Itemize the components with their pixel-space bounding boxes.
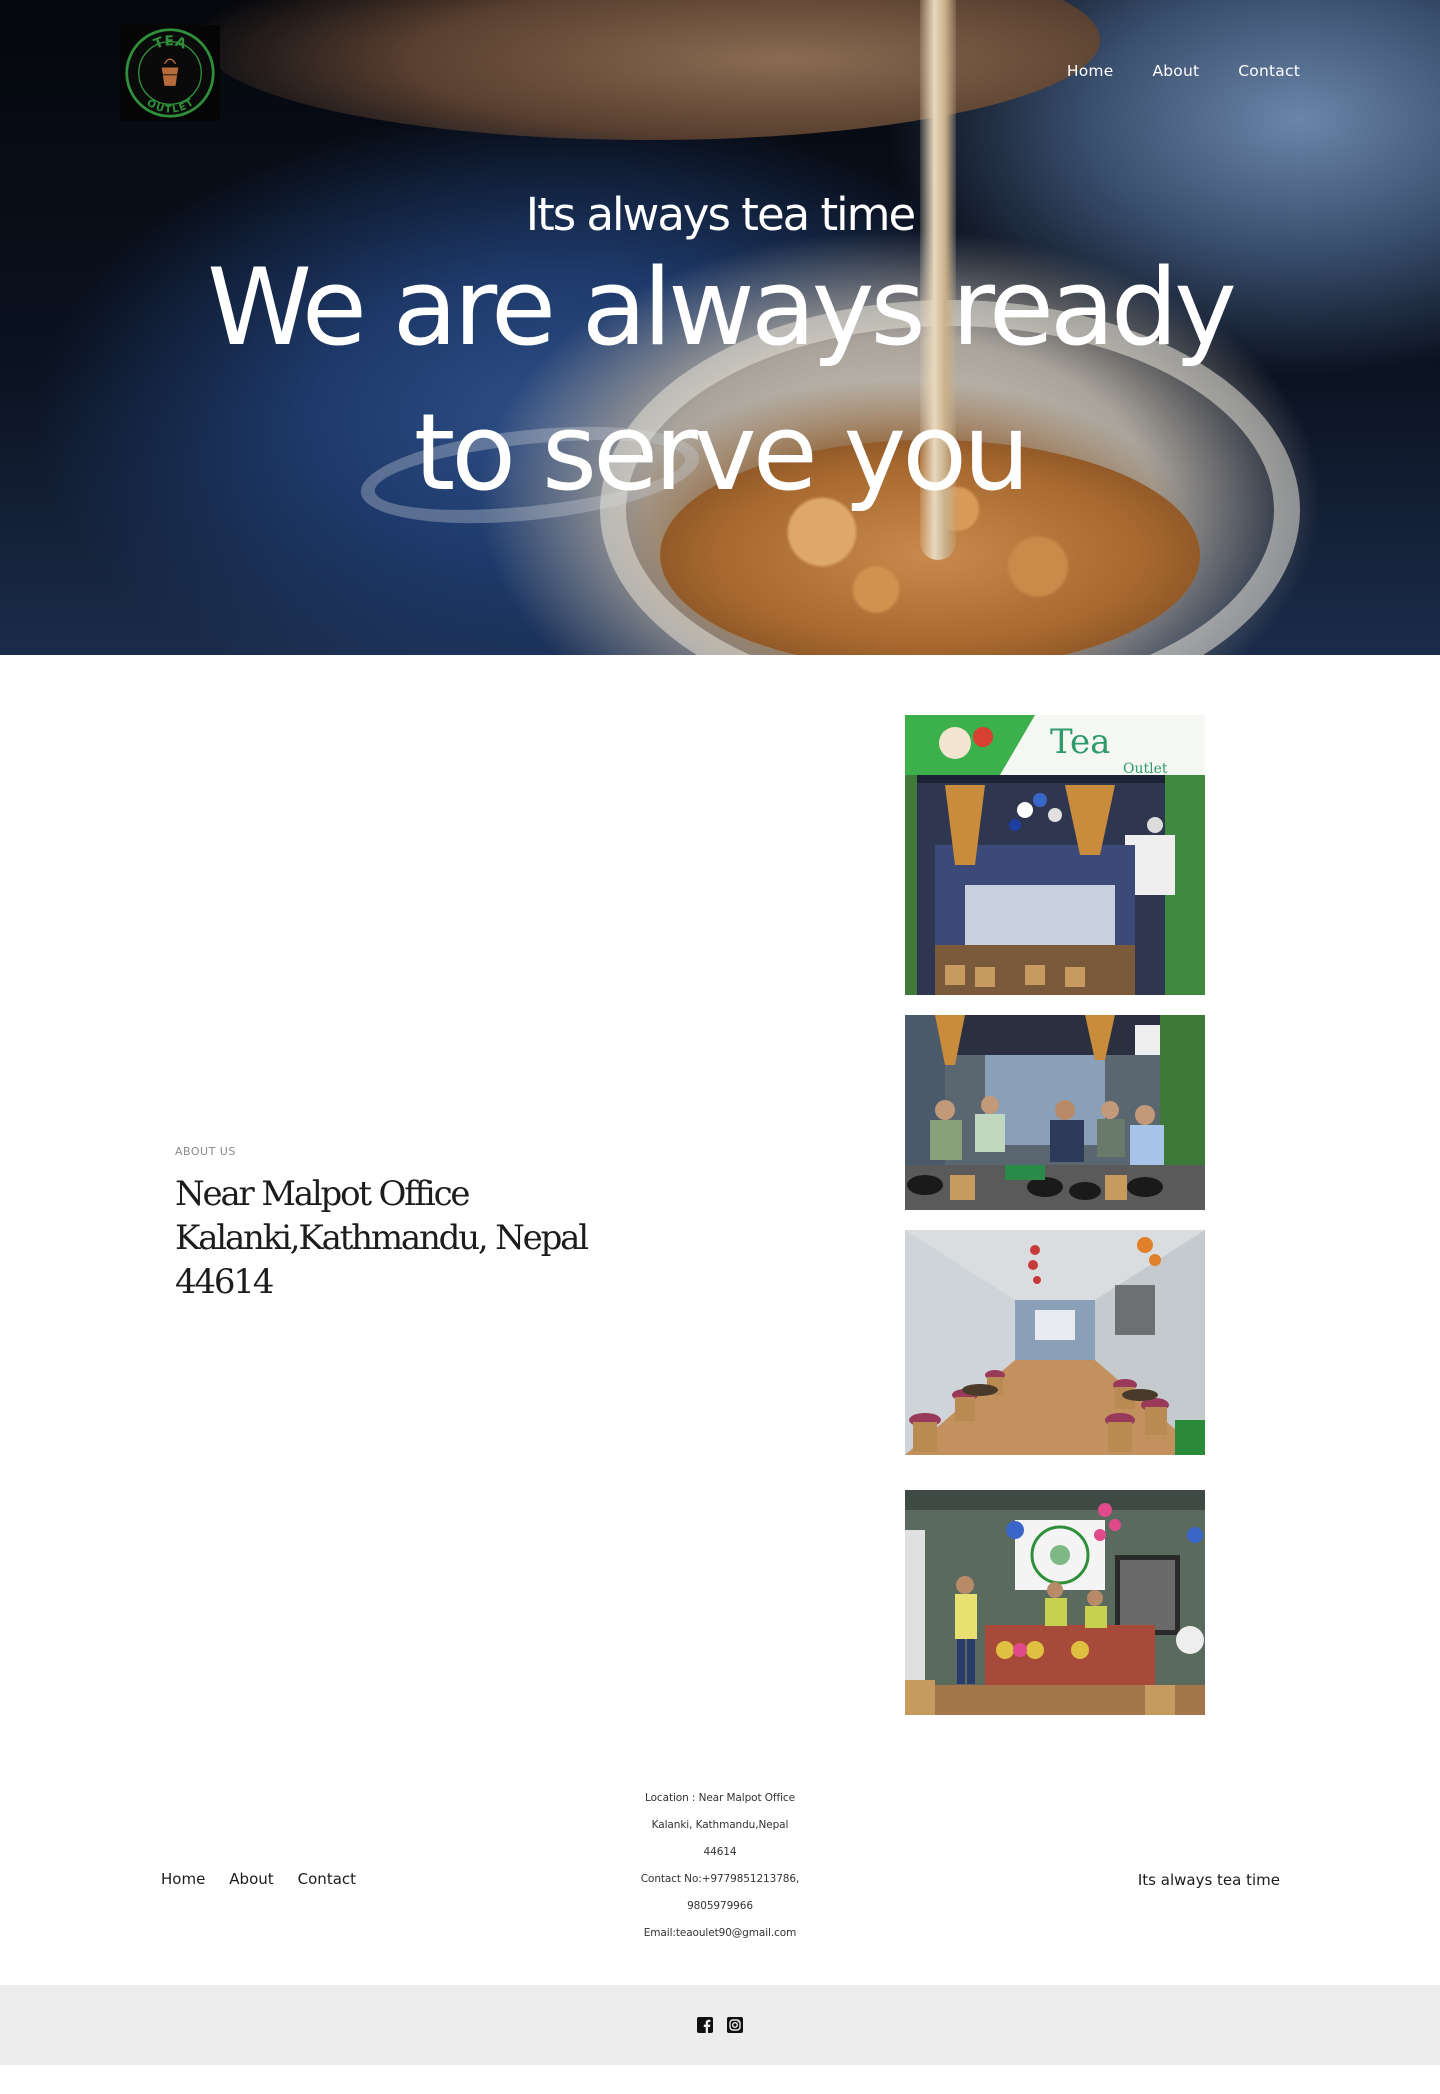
about-section: ABOUT US Near Malpot Office Kalanki,Kath… (0, 655, 1440, 1765)
instagram-icon[interactable] (727, 2017, 743, 2033)
main-nav-links: Home About Contact (1067, 62, 1300, 80)
shop-front-photo: Tea Outlet (905, 715, 1205, 995)
hero-text: Its always tea time We are always ready … (0, 185, 1440, 525)
hero-title-line2: to serve you (413, 391, 1031, 514)
social-bar (0, 1985, 1440, 2065)
about-label: ABOUT US (175, 1145, 236, 1158)
footer-postcode-line: 44614 (703, 1846, 737, 1858)
nav-home-link[interactable]: Home (1067, 62, 1114, 80)
footer-phone2-line: 9805979966 (687, 1900, 753, 1912)
address-line3: 44614 (175, 1262, 274, 1302)
interior-photo (905, 1230, 1205, 1455)
hero-section: TEA OUTLET Home About Contact Its always… (0, 0, 1440, 655)
about-text-block: ABOUT US Near Malpot Office Kalanki,Kath… (175, 1145, 595, 1304)
hero-title-line1: We are always ready (207, 246, 1237, 369)
nav-about-link[interactable]: About (1152, 62, 1199, 80)
nav-contact-link[interactable]: Contact (1238, 62, 1300, 80)
footer-city-line: Kalanki, Kathmandu,Nepal (651, 1819, 789, 1831)
tea-outlet-logo-icon: TEA OUTLET (125, 28, 215, 118)
logo[interactable]: TEA OUTLET (120, 25, 220, 121)
footer-about-link[interactable]: About (229, 1870, 273, 1888)
address-line2: Kalanki,Kathmandu, Nepal (175, 1218, 589, 1258)
footer-tagline: Its always tea time (1137, 1871, 1280, 1889)
footer-home-link[interactable]: Home (161, 1870, 205, 1888)
footer-email-line: Email:teaoulet90@gmail.com (643, 1927, 797, 1939)
customers-photo (905, 1015, 1205, 1210)
footer-contact-link[interactable]: Contact (298, 1870, 356, 1888)
about-address: Near Malpot Office Kalanki,Kathmandu, Ne… (175, 1172, 595, 1304)
footer-location-line: Location : Near Malpot Office (645, 1792, 795, 1804)
footer-nav-links: Home About Contact (161, 1870, 356, 1888)
footer-contact-info: Location : Near Malpot Office Kalanki, K… (570, 1785, 870, 1947)
footer-phone-line: Contact No:+9779851213786, (640, 1873, 800, 1885)
top-nav: TEA OUTLET Home About Contact (0, 0, 1440, 145)
shop-sign-sub-text: Outlet (1123, 761, 1168, 777)
counter-photo (905, 1490, 1205, 1715)
footer: Home About Contact Location : Near Malpo… (0, 1765, 1440, 1985)
address-line1: Near Malpot Office (175, 1174, 471, 1214)
hero-title: We are always ready to serve you (0, 235, 1440, 525)
shop-sign-text: Tea (1050, 722, 1110, 762)
facebook-icon[interactable] (697, 2017, 713, 2033)
